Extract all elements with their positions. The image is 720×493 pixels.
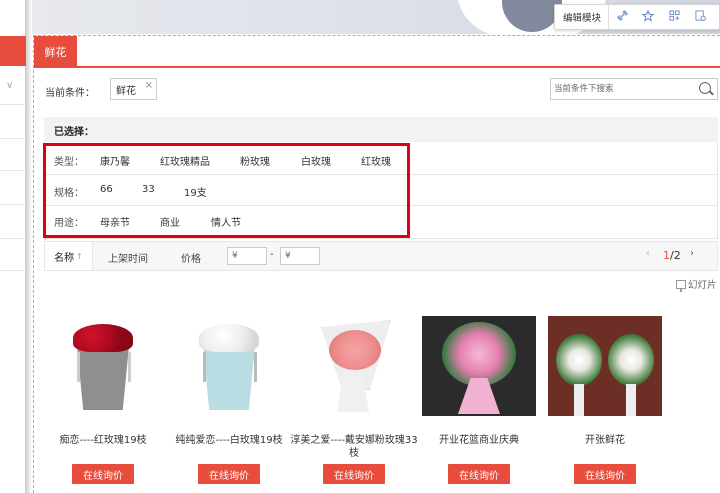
selected-label: 已选择： <box>54 127 94 138</box>
slideshow-label: 幻灯片 <box>688 280 717 291</box>
search-input[interactable] <box>551 79 691 99</box>
product-name[interactable]: 开张鲜花 <box>538 434 672 447</box>
product-name[interactable]: 开业花篮商业庆典 <box>412 434 546 447</box>
product-image[interactable] <box>46 316 160 416</box>
star-icon[interactable] <box>635 9 661 25</box>
condition-tag: 鲜花 × <box>110 78 157 100</box>
inquiry-button[interactable]: 在线询价 <box>574 464 636 484</box>
inquiry-button[interactable]: 在线询价 <box>72 464 134 484</box>
sort-bar: 名称 ↑ 上架时间 价格 ¥ - ¥ ‹ 1/2 › <box>44 241 718 271</box>
product-card[interactable]: 开业花篮商业庆典 在线询价 <box>422 316 536 484</box>
pagination-indicator: 1/2 <box>663 249 681 262</box>
divider <box>0 104 26 105</box>
product-card[interactable]: 开张鲜花 在线询价 <box>548 316 662 484</box>
product-card[interactable]: 淳美之爱----戴安娜粉玫瑰33枝 在线询价 <box>290 316 418 484</box>
sort-by-price[interactable]: 价格 <box>181 250 201 265</box>
search-icon[interactable] <box>699 82 711 94</box>
close-icon[interactable]: × <box>145 80 153 91</box>
product-name[interactable]: 淳美之爱----戴安娜粉玫瑰33枝 <box>287 434 421 460</box>
category-tab-bar: 鲜花 <box>34 36 720 68</box>
slideshow-link[interactable]: 幻灯片 <box>676 277 717 292</box>
page-current: 1 <box>663 249 670 262</box>
product-name[interactable]: 痴恋----红玫瑰19枝 <box>36 434 170 447</box>
sidebar-active-tab[interactable] <box>0 36 26 66</box>
next-page-icon[interactable]: › <box>690 248 694 259</box>
edit-module-button[interactable]: 编辑模块 <box>555 5 610 29</box>
condition-tag-label: 鲜花 <box>116 85 136 97</box>
prev-page-icon[interactable]: ‹ <box>646 248 650 259</box>
price-max-input[interactable]: ¥ <box>280 247 320 265</box>
inquiry-button[interactable]: 在线询价 <box>198 464 260 484</box>
grid-icon[interactable] <box>661 10 687 24</box>
tab-flowers[interactable]: 鲜花 <box>34 36 77 67</box>
selected-filters-row: 已选择： <box>44 117 718 142</box>
product-name[interactable]: 纯纯爱恋----白玫瑰19枝 <box>162 434 296 447</box>
sort-by-name[interactable]: 名称 ↑ <box>45 242 93 270</box>
page-total: /2 <box>670 249 681 262</box>
product-image[interactable] <box>548 316 662 416</box>
product-image[interactable] <box>172 316 286 416</box>
divider <box>0 138 26 139</box>
product-image[interactable] <box>422 316 536 416</box>
sort-by-time[interactable]: 上架时间 <box>108 250 148 265</box>
inquiry-button[interactable]: 在线询价 <box>448 464 510 484</box>
condition-search <box>550 78 718 100</box>
left-sidebar: ∨ <box>0 0 26 493</box>
product-image[interactable] <box>297 316 411 416</box>
price-range-dash: - <box>270 249 274 260</box>
module-toolbar: 编辑模块 <box>554 4 720 30</box>
chevron-down-icon[interactable]: ∨ <box>6 80 13 91</box>
price-min-input[interactable]: ¥ <box>227 247 267 265</box>
product-card[interactable]: 痴恋----红玫瑰19枝 在线询价 <box>46 316 160 484</box>
highlight-annotation-box <box>43 143 410 238</box>
link-icon[interactable] <box>609 10 635 24</box>
divider <box>0 204 26 205</box>
current-conditions-label: 当前条件： <box>45 88 95 99</box>
sort-name-label: 名称 <box>54 252 75 264</box>
divider <box>0 238 26 239</box>
product-card[interactable]: 纯纯爱恋----白玫瑰19枝 在线询价 <box>172 316 286 484</box>
settings-icon[interactable] <box>687 10 713 24</box>
sidebar-shadow <box>26 0 32 493</box>
arrow-up-icon: ↑ <box>76 251 83 261</box>
divider <box>0 270 26 271</box>
slideshow-icon <box>676 279 686 292</box>
divider <box>0 170 26 171</box>
inquiry-button[interactable]: 在线询价 <box>323 464 385 484</box>
